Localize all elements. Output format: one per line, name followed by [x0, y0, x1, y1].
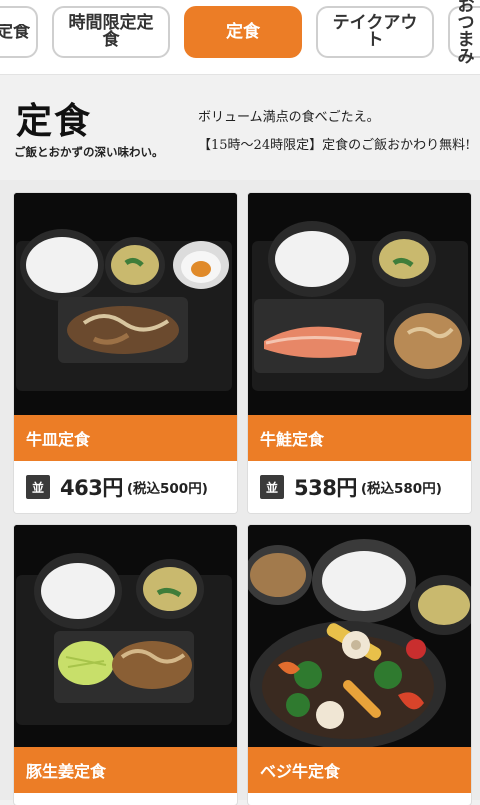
tab-teishoku[interactable]: 定食 — [184, 6, 302, 58]
food-photo — [14, 525, 237, 747]
tab-label: 朝定食 — [0, 23, 30, 41]
page-subtitle: ご飯とおかずの深い味わい。 — [14, 145, 164, 159]
size-badge: 並 — [26, 475, 50, 499]
menu-grid: 牛皿定食 並 463円 (税込500円) 牛鮭定食 並 538円 (税込580円… — [0, 180, 480, 805]
menu-item-name: ベジ牛定食 — [248, 747, 471, 793]
menu-card-vegegyu[interactable]: ベジ牛定食 — [248, 525, 471, 805]
tab-label: おつまみ — [457, 0, 475, 67]
category-tab-bar: 朝定食 時間限定定食 定食 テイクアウト おつまみ — [0, 0, 480, 75]
tab-label: テイクアウト — [332, 13, 418, 50]
tab-label: 時間限定定食 — [68, 13, 154, 50]
tab-otsumami[interactable]: おつまみ — [448, 0, 480, 66]
food-photo — [248, 193, 471, 415]
page-title: 定食 — [16, 100, 93, 142]
menu-item-name: 牛皿定食 — [14, 415, 237, 461]
menu-card-gyusake[interactable]: 牛鮭定食 並 538円 (税込580円) — [248, 193, 471, 513]
description-line-1: ボリューム満点の食べごたえ。 — [198, 110, 380, 125]
size-badge: 並 — [260, 475, 284, 499]
description-line-2: 【15時〜24時限定】定食のご飯おかわり無料! — [198, 138, 471, 153]
tab-takeout[interactable]: テイクアウト — [316, 6, 434, 58]
price-row: 並 538円 (税込580円) — [248, 461, 471, 513]
tax-inclusive-price: (税込580円) — [360, 481, 442, 497]
price: 463円 — [60, 476, 123, 500]
tab-limited-time[interactable]: 時間限定定食 — [52, 6, 170, 58]
menu-card-butashoga[interactable]: 豚生姜定食 — [14, 525, 237, 805]
section-header: 定食 ご飯とおかずの深い味わい。 ボリューム満点の食べごたえ。 【15時〜24時… — [0, 76, 480, 178]
menu-card-gyuzara[interactable]: 牛皿定食 並 463円 (税込500円) — [14, 193, 237, 513]
price: 538円 — [294, 476, 357, 500]
tax-inclusive-price: (税込500円) — [126, 481, 208, 497]
menu-item-name: 牛鮭定食 — [248, 415, 471, 461]
price-row: 並 463円 (税込500円) — [14, 461, 237, 513]
tab-breakfast[interactable]: 朝定食 — [0, 6, 38, 58]
food-photo — [14, 193, 237, 415]
food-photo — [248, 525, 471, 747]
tab-label: 定食 — [226, 21, 260, 42]
menu-item-name: 豚生姜定食 — [14, 747, 237, 793]
